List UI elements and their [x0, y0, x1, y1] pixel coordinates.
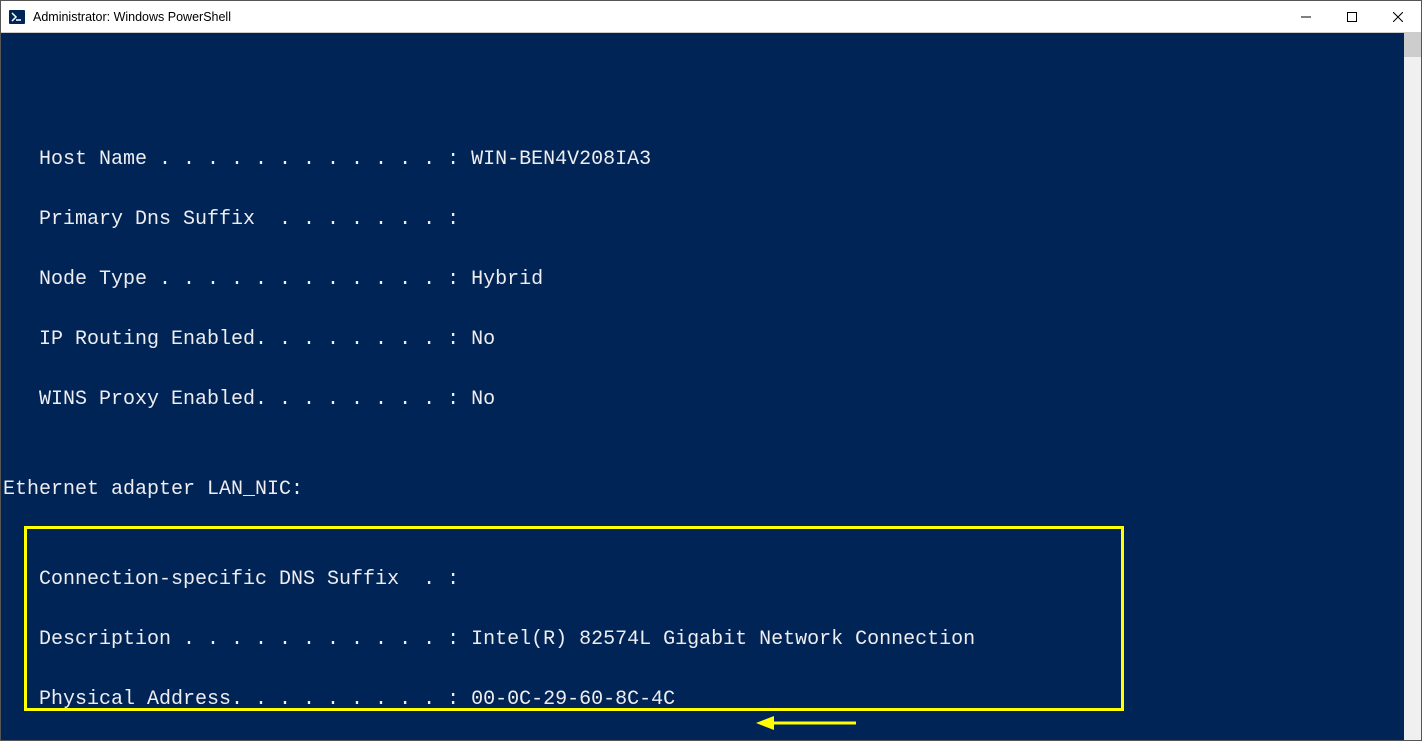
maximize-button[interactable]: [1329, 1, 1375, 32]
title-bar[interactable]: Administrator: Windows PowerShell: [1, 1, 1421, 33]
window-controls: [1283, 1, 1421, 32]
output-line: Host Name . . . . . . . . . . . . : WIN-…: [3, 145, 1421, 175]
output-line: WINS Proxy Enabled. . . . . . . . : No: [3, 385, 1421, 415]
window-title: Administrator: Windows PowerShell: [33, 10, 1283, 24]
output-line: Node Type . . . . . . . . . . . . : Hybr…: [3, 265, 1421, 295]
output-line: Ethernet adapter LAN_NIC:: [3, 475, 1421, 505]
output-line: Description . . . . . . . . . . . : Inte…: [3, 625, 1421, 655]
powershell-window: Administrator: Windows PowerShell Host N…: [0, 0, 1422, 741]
powershell-icon: [9, 9, 25, 25]
minimize-button[interactable]: [1283, 1, 1329, 32]
terminal-area[interactable]: Host Name . . . . . . . . . . . . : WIN-…: [1, 33, 1421, 740]
output-line: Connection-specific DNS Suffix . :: [3, 565, 1421, 595]
output-line: IP Routing Enabled. . . . . . . . : No: [3, 325, 1421, 355]
scrollbar-thumb[interactable]: [1404, 33, 1421, 57]
scrollbar-track[interactable]: [1404, 57, 1421, 740]
terminal-output: Host Name . . . . . . . . . . . . : WIN-…: [1, 93, 1421, 740]
vertical-scrollbar[interactable]: [1404, 33, 1421, 740]
output-line: Primary Dns Suffix . . . . . . . :: [3, 205, 1421, 235]
output-line: Physical Address. . . . . . . . . : 00-0…: [3, 685, 1421, 715]
close-button[interactable]: [1375, 1, 1421, 32]
